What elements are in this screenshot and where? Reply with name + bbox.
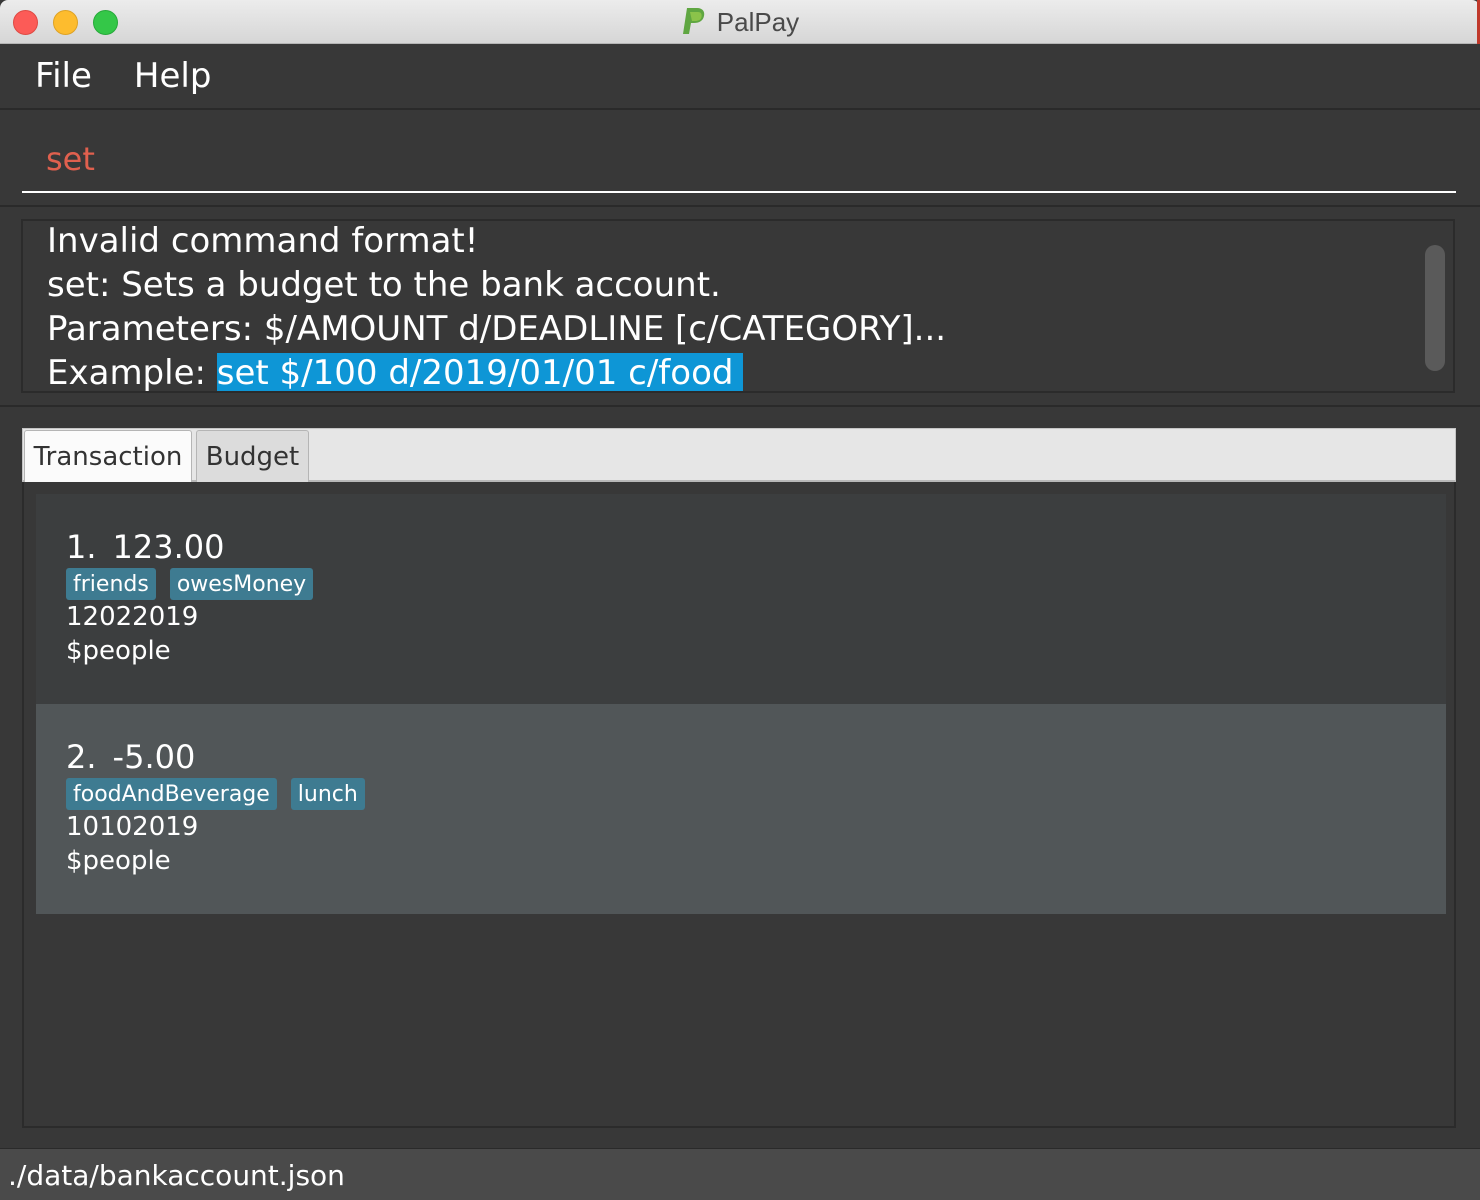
command-input[interactable] [22, 127, 1456, 193]
result-display-area: Invalid command format! set: Sets a budg… [0, 207, 1480, 407]
transaction-amount: 123.00 [112, 528, 225, 566]
status-bar: ./data/bankaccount.json [0, 1148, 1480, 1200]
menu-help[interactable]: Help [134, 56, 212, 96]
example-selected-text[interactable]: set $/100 d/2019/01/01 c/food [216, 353, 744, 391]
transaction-index: 2. [66, 738, 97, 776]
transaction-index: 1. [66, 528, 97, 566]
transaction-date: 10102019 [66, 812, 199, 842]
result-line-example: Example: set $/100 d/2019/01/01 c/food [47, 353, 744, 393]
data-file-path: ./data/bankaccount.json [8, 1159, 345, 1192]
transaction-description: $people [66, 846, 171, 876]
tag: lunch [290, 778, 365, 810]
command-box-area [0, 111, 1480, 207]
tab-transaction[interactable]: Transaction [24, 430, 192, 482]
palpay-logo-icon [682, 8, 705, 34]
window-title: PalPay [716, 6, 800, 37]
tab-header: Transaction Budget [22, 428, 1456, 482]
tag-list: foodAndBeverage lunch [66, 778, 379, 810]
result-line-usage: set: Sets a budget to the bank account. [47, 265, 721, 305]
result-line-error: Invalid command format! [47, 221, 479, 261]
transaction-amount: -5.00 [112, 738, 196, 776]
menu-file[interactable]: File [35, 56, 92, 96]
tab-budget[interactable]: Budget [196, 430, 309, 482]
transaction-list: 1. 123.00 friends owesMoney 12022019 $peo… [22, 482, 1456, 1128]
transaction-date: 12022019 [66, 602, 199, 632]
example-label: Example: [47, 353, 217, 393]
tag: foodAndBeverage [66, 778, 277, 810]
menu-bar: File Help [0, 44, 1480, 110]
transaction-card[interactable]: 1. 123.00 friends owesMoney 12022019 $peo… [36, 494, 1446, 704]
result-display[interactable]: Invalid command format! set: Sets a budg… [21, 219, 1455, 393]
tag-list: friends owesMoney [66, 568, 327, 600]
transaction-header: 1. 123.00 [66, 528, 225, 566]
tag: owesMoney [169, 568, 314, 600]
transaction-card[interactable]: 2. -5.00 foodAndBeverage lunch 10102019 $… [36, 704, 1446, 914]
title-bar: PalPay [0, 0, 1480, 44]
result-line-parameters: Parameters: $/AMOUNT d/DEADLINE [c/CATEG… [47, 309, 947, 349]
transaction-description: $people [66, 636, 171, 666]
transaction-header: 2. -5.00 [66, 738, 195, 776]
result-scrollbar[interactable] [1425, 245, 1445, 371]
tag: friends [66, 568, 156, 600]
